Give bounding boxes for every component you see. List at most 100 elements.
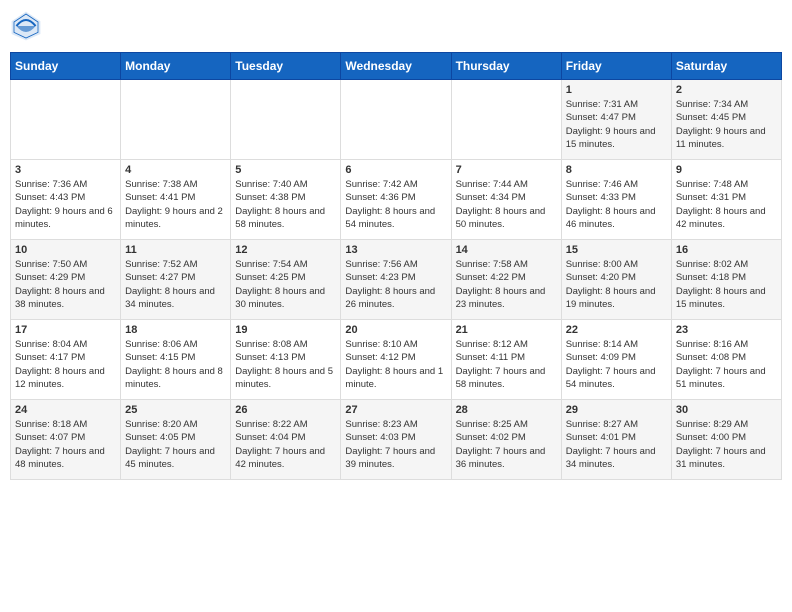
day-number: 18 [125, 324, 226, 336]
weekday-header: Friday [561, 53, 671, 80]
day-number: 12 [235, 244, 336, 256]
day-number: 27 [345, 404, 446, 416]
calendar-cell [231, 80, 341, 160]
day-info: Sunrise: 7:52 AM Sunset: 4:27 PM Dayligh… [125, 258, 226, 311]
day-number: 24 [15, 404, 116, 416]
calendar-cell: 27Sunrise: 8:23 AM Sunset: 4:03 PM Dayli… [341, 400, 451, 480]
calendar-cell: 15 Sunrise: 8:00 AM Sunset: 4:20 PM Dayli… [561, 240, 671, 320]
calendar-cell: 30 Sunrise: 8:29 AM Sunset: 4:00 PM Dayli… [671, 400, 781, 480]
calendar-table: SundayMondayTuesdayWednesdayThursdayFrid… [10, 52, 782, 480]
calendar-cell [121, 80, 231, 160]
calendar-cell: 7 Sunrise: 7:44 AM Sunset: 4:34 PM Daylig… [451, 160, 561, 240]
calendar-cell: 4 Sunrise: 7:38 AM Sunset: 4:41 PM Daylig… [121, 160, 231, 240]
weekday-header: Sunday [11, 53, 121, 80]
day-number: 28 [456, 404, 557, 416]
day-number: 6 [345, 164, 446, 176]
day-info: Sunrise: 8:04 AM Sunset: 4:17 PM Dayligh… [15, 338, 116, 391]
calendar-cell: 16 Sunrise: 8:02 AM Sunset: 4:18 PM Dayli… [671, 240, 781, 320]
day-number: 8 [566, 164, 667, 176]
day-info: Sunrise: 8:29 AM Sunset: 4:00 PM Dayligh… [676, 418, 777, 471]
day-info: Sunrise: 8:00 AM Sunset: 4:20 PM Dayligh… [566, 258, 667, 311]
calendar-cell: 6 Sunrise: 7:42 AM Sunset: 4:36 PM Daylig… [341, 160, 451, 240]
weekday-header: Thursday [451, 53, 561, 80]
weekday-header: Wednesday [341, 53, 451, 80]
calendar-cell: 8Sunrise: 7:46 AM Sunset: 4:33 PM Daylig… [561, 160, 671, 240]
day-number: 30 [676, 404, 777, 416]
calendar-cell [341, 80, 451, 160]
day-number: 15 [566, 244, 667, 256]
day-info: Sunrise: 7:58 AM Sunset: 4:22 PM Dayligh… [456, 258, 557, 311]
weekday-header: Tuesday [231, 53, 341, 80]
calendar-cell: 14 Sunrise: 7:58 AM Sunset: 4:22 PM Dayli… [451, 240, 561, 320]
calendar-header-row: SundayMondayTuesdayWednesdayThursdayFrid… [11, 53, 782, 80]
calendar-cell: 18 Sunrise: 8:06 AM Sunset: 4:15 PM Dayli… [121, 320, 231, 400]
calendar-cell: 1Sunrise: 7:31 AM Sunset: 4:47 PM Daylig… [561, 80, 671, 160]
day-info: Sunrise: 8:16 AM Sunset: 4:08 PM Dayligh… [676, 338, 777, 391]
calendar-body: 1Sunrise: 7:31 AM Sunset: 4:47 PM Daylig… [11, 80, 782, 480]
day-number: 21 [456, 324, 557, 336]
day-number: 2 [676, 84, 777, 96]
calendar-cell: 5 Sunrise: 7:40 AM Sunset: 4:38 PM Daylig… [231, 160, 341, 240]
day-number: 17 [15, 324, 116, 336]
calendar-week-row: 24Sunrise: 8:18 AM Sunset: 4:07 PM Dayli… [11, 400, 782, 480]
day-number: 22 [566, 324, 667, 336]
day-info: Sunrise: 8:14 AM Sunset: 4:09 PM Dayligh… [566, 338, 667, 391]
day-info: Sunrise: 7:48 AM Sunset: 4:31 PM Dayligh… [676, 178, 777, 231]
calendar-week-row: 1Sunrise: 7:31 AM Sunset: 4:47 PM Daylig… [11, 80, 782, 160]
calendar-cell: 26Sunrise: 8:22 AM Sunset: 4:04 PM Dayli… [231, 400, 341, 480]
day-number: 29 [566, 404, 667, 416]
calendar-week-row: 17 Sunrise: 8:04 AM Sunset: 4:17 PM Dayli… [11, 320, 782, 400]
calendar-cell: 17 Sunrise: 8:04 AM Sunset: 4:17 PM Dayli… [11, 320, 121, 400]
day-number: 10 [15, 244, 116, 256]
day-number: 25 [125, 404, 226, 416]
day-number: 7 [456, 164, 557, 176]
calendar-cell: 10 Sunrise: 7:50 AM Sunset: 4:29 PM Dayli… [11, 240, 121, 320]
day-info: Sunrise: 8:02 AM Sunset: 4:18 PM Dayligh… [676, 258, 777, 311]
day-number: 5 [235, 164, 336, 176]
day-info: Sunrise: 8:22 AM Sunset: 4:04 PM Dayligh… [235, 418, 336, 471]
day-number: 13 [345, 244, 446, 256]
calendar-cell: 9 Sunrise: 7:48 AM Sunset: 4:31 PM Daylig… [671, 160, 781, 240]
calendar-cell: 24Sunrise: 8:18 AM Sunset: 4:07 PM Dayli… [11, 400, 121, 480]
day-number: 16 [676, 244, 777, 256]
logo [10, 10, 46, 42]
day-number: 1 [566, 84, 667, 96]
day-info: Sunrise: 7:40 AM Sunset: 4:38 PM Dayligh… [235, 178, 336, 231]
day-info: Sunrise: 8:20 AM Sunset: 4:05 PM Dayligh… [125, 418, 226, 471]
day-number: 3 [15, 164, 116, 176]
calendar-week-row: 10 Sunrise: 7:50 AM Sunset: 4:29 PM Dayli… [11, 240, 782, 320]
calendar-week-row: 3 Sunrise: 7:36 AM Sunset: 4:43 PM Daylig… [11, 160, 782, 240]
day-number: 11 [125, 244, 226, 256]
calendar-cell: 2 Sunrise: 7:34 AM Sunset: 4:45 PM Daylig… [671, 80, 781, 160]
calendar-cell: 29Sunrise: 8:27 AM Sunset: 4:01 PM Dayli… [561, 400, 671, 480]
day-number: 9 [676, 164, 777, 176]
day-info: Sunrise: 7:56 AM Sunset: 4:23 PM Dayligh… [345, 258, 446, 311]
day-info: Sunrise: 7:54 AM Sunset: 4:25 PM Dayligh… [235, 258, 336, 311]
calendar-cell: 28 Sunrise: 8:25 AM Sunset: 4:02 PM Dayli… [451, 400, 561, 480]
day-info: Sunrise: 8:08 AM Sunset: 4:13 PM Dayligh… [235, 338, 336, 391]
day-number: 14 [456, 244, 557, 256]
day-info: Sunrise: 7:42 AM Sunset: 4:36 PM Dayligh… [345, 178, 446, 231]
logo-icon [10, 10, 42, 42]
calendar-cell: 22 Sunrise: 8:14 AM Sunset: 4:09 PM Dayli… [561, 320, 671, 400]
day-number: 19 [235, 324, 336, 336]
day-info: Sunrise: 8:06 AM Sunset: 4:15 PM Dayligh… [125, 338, 226, 391]
weekday-header: Monday [121, 53, 231, 80]
day-info: Sunrise: 7:44 AM Sunset: 4:34 PM Dayligh… [456, 178, 557, 231]
day-number: 4 [125, 164, 226, 176]
calendar-cell: 13 Sunrise: 7:56 AM Sunset: 4:23 PM Dayli… [341, 240, 451, 320]
calendar-cell: 25 Sunrise: 8:20 AM Sunset: 4:05 PM Dayli… [121, 400, 231, 480]
day-info: Sunrise: 8:12 AM Sunset: 4:11 PM Dayligh… [456, 338, 557, 391]
day-info: Sunrise: 7:38 AM Sunset: 4:41 PM Dayligh… [125, 178, 226, 231]
day-info: Sunrise: 7:36 AM Sunset: 4:43 PM Dayligh… [15, 178, 116, 231]
calendar-cell: 19 Sunrise: 8:08 AM Sunset: 4:13 PM Dayli… [231, 320, 341, 400]
calendar-cell [451, 80, 561, 160]
day-number: 20 [345, 324, 446, 336]
day-info: Sunrise: 8:25 AM Sunset: 4:02 PM Dayligh… [456, 418, 557, 471]
calendar-cell: 20Sunrise: 8:10 AM Sunset: 4:12 PM Dayli… [341, 320, 451, 400]
day-number: 23 [676, 324, 777, 336]
calendar-cell: 3 Sunrise: 7:36 AM Sunset: 4:43 PM Daylig… [11, 160, 121, 240]
day-info: Sunrise: 7:50 AM Sunset: 4:29 PM Dayligh… [15, 258, 116, 311]
calendar-cell: 21 Sunrise: 8:12 AM Sunset: 4:11 PM Dayli… [451, 320, 561, 400]
day-info: Sunrise: 7:34 AM Sunset: 4:45 PM Dayligh… [676, 98, 777, 151]
